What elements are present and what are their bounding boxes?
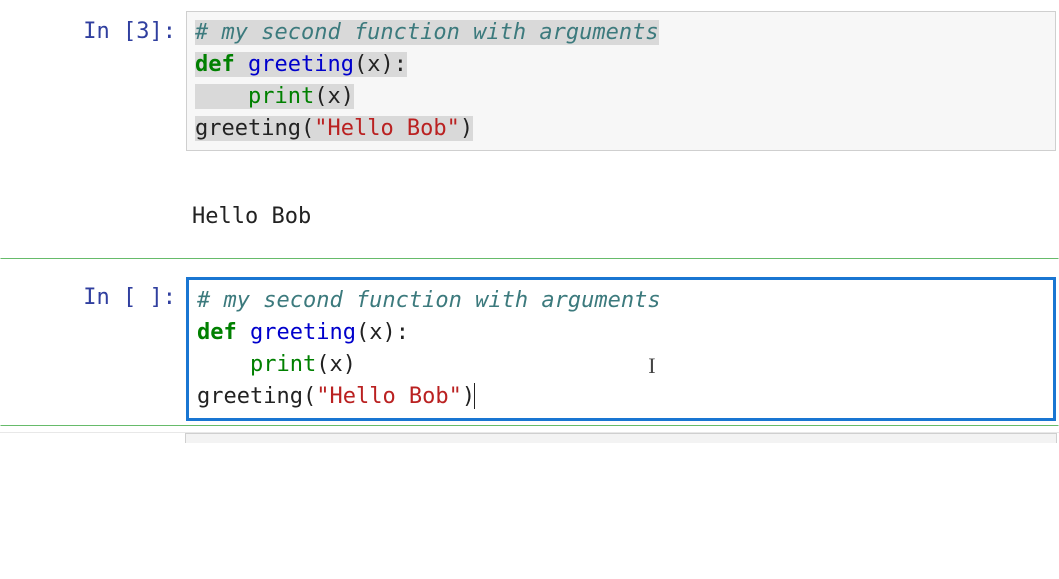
code-comment: # my second function with arguments bbox=[197, 288, 661, 313]
code-comment: # my second function with arguments bbox=[195, 20, 659, 45]
code-arg: x bbox=[367, 52, 380, 77]
input-prompt: In [3]: bbox=[1, 11, 186, 48]
prompt-execution-count: 3 bbox=[136, 19, 149, 44]
next-cell-edge bbox=[185, 433, 1057, 443]
code-paren: ): bbox=[380, 52, 407, 77]
code-keyword-def: def bbox=[197, 320, 237, 345]
code-paren: ( bbox=[316, 352, 329, 377]
code-paren: ( bbox=[301, 116, 314, 141]
prompt-bracket-close: ]: bbox=[150, 19, 177, 44]
code-indent bbox=[195, 84, 248, 109]
code-cell-selected: In [ ]: # my second function with argume… bbox=[0, 258, 1059, 426]
code-builtin-print: print bbox=[250, 352, 316, 377]
code-paren: ) bbox=[460, 116, 473, 141]
code-builtin-print: print bbox=[248, 84, 314, 109]
code-paren: ( bbox=[314, 84, 327, 109]
code-paren: ) bbox=[462, 384, 475, 409]
code-indent bbox=[197, 352, 250, 377]
code-input-area[interactable]: # my second function with arguments def g… bbox=[186, 277, 1056, 421]
code-paren: ( bbox=[354, 52, 367, 77]
prompt-in-text: In bbox=[83, 19, 123, 44]
output-area: Hello Bob bbox=[0, 167, 1059, 239]
prompt-in-text: In bbox=[83, 285, 123, 310]
code-paren: ( bbox=[356, 320, 369, 345]
code-paren: ): bbox=[382, 320, 409, 345]
code-space bbox=[235, 52, 248, 77]
text-caret bbox=[474, 383, 475, 409]
prompt-execution-count bbox=[136, 285, 149, 310]
code-func-call: greeting bbox=[195, 116, 301, 141]
code-string: "Hello Bob" bbox=[316, 384, 462, 409]
prompt-bracket-open: [ bbox=[123, 285, 136, 310]
prompt-bracket-close: ]: bbox=[150, 285, 177, 310]
code-func-call: greeting bbox=[197, 384, 303, 409]
code-cell-executed: In [3]: # my second function with argume… bbox=[0, 0, 1059, 167]
output-prompt-spacer bbox=[0, 171, 185, 233]
code-editor-active[interactable]: # my second function with arguments def g… bbox=[186, 277, 1056, 421]
code-keyword-def: def bbox=[195, 52, 235, 77]
code-editor[interactable]: # my second function with arguments def g… bbox=[186, 11, 1056, 151]
input-prompt: In [ ]: bbox=[1, 277, 186, 314]
code-string: "Hello Bob" bbox=[314, 116, 460, 141]
prompt-bracket-open: [ bbox=[123, 19, 136, 44]
code-arg: x bbox=[329, 352, 342, 377]
code-paren: ) bbox=[343, 352, 356, 377]
code-func-name: greeting bbox=[248, 52, 354, 77]
stdout-text: Hello Bob bbox=[185, 171, 311, 233]
code-arg: x bbox=[327, 84, 340, 109]
code-paren: ( bbox=[303, 384, 316, 409]
code-arg: x bbox=[369, 320, 382, 345]
code-func-name: greeting bbox=[250, 320, 356, 345]
code-paren: ) bbox=[341, 84, 354, 109]
code-input-area[interactable]: # my second function with arguments def g… bbox=[186, 11, 1056, 151]
